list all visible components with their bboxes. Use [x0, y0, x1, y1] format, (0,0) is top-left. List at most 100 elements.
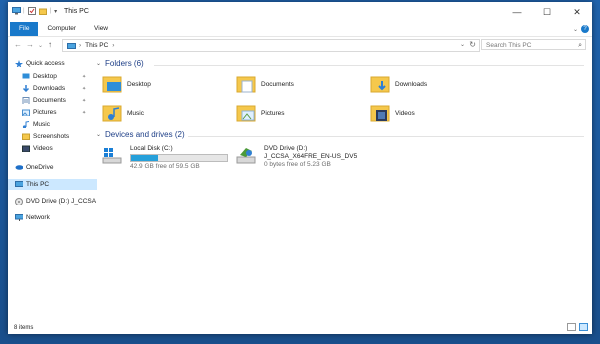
folder-label: Music	[127, 109, 144, 117]
windows-drive-icon	[102, 148, 122, 164]
up-icon[interactable]: ↑	[48, 40, 52, 49]
sidebar-item-desktop[interactable]: Desktop ✦	[8, 71, 104, 82]
window-controls: — ☐ ✕	[502, 2, 592, 22]
breadcrumb-chevron-icon[interactable]: ›	[112, 42, 114, 49]
folder-label: Downloads	[395, 80, 428, 88]
file-explorer-window: | | ▾ This PC — ☐ ✕ File Computer View ⌄…	[8, 2, 592, 334]
pin-icon: ✦	[82, 109, 87, 116]
collapse-chevron-icon[interactable]: ⌄	[96, 131, 101, 138]
folder-item-pictures[interactable]: Pictures	[236, 103, 284, 123]
back-icon[interactable]: ←	[14, 40, 22, 49]
downloads-folder-icon	[370, 76, 390, 93]
dvd-drive-icon	[236, 148, 256, 164]
navigation-pane: Quick access Desktop ✦ Downloads ✦ Docum…	[8, 55, 97, 319]
sidebar-item-label: Pictures	[33, 109, 57, 116]
sidebar-item-label: This PC	[26, 181, 50, 188]
recent-locations-icon[interactable]: ⌄	[38, 42, 43, 49]
address-dropdown-icon[interactable]: ⌄	[460, 41, 465, 48]
this-pc-icon	[15, 181, 23, 187]
documents-folder-icon	[236, 76, 256, 93]
minimize-button[interactable]: —	[502, 2, 532, 22]
this-pc-icon	[67, 42, 76, 49]
sidebar-item-pictures[interactable]: Pictures ✦	[8, 107, 104, 118]
divider	[188, 136, 584, 137]
collapse-chevron-icon[interactable]: ⌄	[96, 60, 101, 67]
sidebar-item-dvd-drive[interactable]: DVD Drive (D:) J_CCSA	[8, 196, 97, 207]
tab-computer[interactable]: Computer	[38, 22, 85, 36]
drive-name: Local Disk (C:)	[130, 145, 173, 152]
new-folder-icon[interactable]	[38, 7, 47, 15]
folders-group-header[interactable]: ⌄ Folders (6)	[96, 59, 584, 68]
desktop-folder-icon	[102, 76, 122, 93]
breadcrumb-this-pc[interactable]: This PC	[85, 42, 108, 49]
drive-item-dvd[interactable]: DVD Drive (D:) J_CCSA_X64FRE_EN-US_DV5 0…	[236, 145, 357, 169]
sidebar-item-documents[interactable]: Documents ✦	[8, 95, 104, 106]
breadcrumb-chevron-icon[interactable]: ›	[79, 42, 81, 49]
quick-access-toolbar: | | ▾	[12, 7, 57, 15]
folder-label: Desktop	[127, 80, 151, 88]
sidebar-item-label: Network	[26, 214, 50, 221]
drive-free-space: 0 bytes free of 5.23 GB	[264, 161, 331, 168]
folder-item-videos[interactable]: Videos	[370, 103, 415, 123]
videos-icon	[22, 145, 30, 152]
pin-icon: ✦	[82, 73, 87, 80]
search-placeholder: Search This PC	[486, 42, 532, 49]
drive-item-local-disk[interactable]: Local Disk (C:) 42.9 GB free of 59.5 GB	[102, 145, 228, 171]
address-bar[interactable]: › This PC › ⌄ ↻	[62, 39, 480, 52]
search-input[interactable]: Search This PC ⌕	[481, 39, 586, 50]
drive-volume-label: J_CCSA_X64FRE_EN-US_DV5	[264, 153, 358, 160]
separator: |	[23, 8, 25, 14]
sidebar-item-label: DVD Drive (D:) J_CCSA	[26, 198, 97, 205]
videos-folder-icon	[370, 105, 390, 122]
sidebar-item-label: Quick access	[26, 60, 65, 67]
details-view-icon[interactable]	[567, 323, 576, 331]
group-label: Devices and drives (2)	[105, 130, 185, 139]
window-title: This PC	[64, 8, 89, 15]
divider	[154, 65, 584, 66]
sidebar-item-this-pc[interactable]: This PC	[8, 179, 97, 190]
sidebar-item-network[interactable]: Network	[8, 212, 97, 223]
pictures-folder-icon	[236, 105, 256, 122]
large-icons-view-icon[interactable]	[579, 323, 588, 331]
sidebar-item-screenshots[interactable]: Screenshots	[8, 131, 104, 142]
maximize-button[interactable]: ☐	[532, 2, 562, 22]
sidebar-item-label: Documents	[33, 97, 66, 104]
group-label: Folders (6)	[105, 59, 144, 68]
drive-name: DVD Drive (D:)	[264, 145, 308, 152]
desktop-icon	[22, 73, 30, 79]
folder-item-documents[interactable]: Documents	[236, 74, 294, 94]
documents-icon	[22, 97, 30, 104]
help-icon[interactable]: ?	[581, 25, 589, 33]
sidebar-item-onedrive[interactable]: OneDrive	[8, 162, 97, 173]
close-button[interactable]: ✕	[562, 2, 592, 22]
title-bar: | | ▾ This PC — ☐ ✕	[8, 2, 592, 22]
sidebar-item-music[interactable]: Music	[8, 119, 104, 130]
expand-ribbon-icon[interactable]: ⌄	[573, 26, 578, 33]
devices-group-header[interactable]: ⌄ Devices and drives (2)	[96, 130, 584, 139]
customize-quick-access-icon[interactable]: ▾	[54, 8, 57, 15]
folder-item-downloads[interactable]: Downloads	[370, 74, 427, 94]
sidebar-item-downloads[interactable]: Downloads ✦	[8, 83, 104, 94]
sidebar-item-label: Videos	[33, 145, 53, 152]
ribbon-tabs: File Computer View	[8, 22, 592, 37]
downloads-icon	[22, 85, 30, 92]
view-switcher	[567, 323, 588, 331]
search-icon: ⌕	[578, 42, 582, 49]
sidebar-item-videos[interactable]: Videos	[8, 143, 104, 154]
tab-view[interactable]: View	[85, 22, 117, 36]
navigation-bar: ← → ⌄ ↑ › This PC › ⌄ ↻ Search This PC ⌕	[8, 37, 592, 53]
star-icon	[15, 60, 23, 67]
folder-item-desktop[interactable]: Desktop	[102, 74, 151, 94]
sidebar-item-label: Desktop	[33, 73, 57, 80]
folder-label: Documents	[261, 80, 294, 88]
pin-icon: ✦	[82, 97, 87, 104]
tab-file[interactable]: File	[10, 22, 39, 36]
folder-icon	[22, 133, 30, 140]
refresh-icon[interactable]: ↻	[469, 40, 476, 49]
forward-icon[interactable]: →	[26, 40, 34, 49]
folder-item-music[interactable]: Music	[102, 103, 144, 123]
drive-info: Local Disk (C:) 42.9 GB free of 59.5 GB	[130, 145, 228, 171]
sidebar-item-quick-access[interactable]: Quick access	[8, 58, 97, 69]
properties-icon[interactable]	[27, 7, 36, 15]
drive-info: DVD Drive (D:) J_CCSA_X64FRE_EN-US_DV5 0…	[264, 145, 357, 169]
